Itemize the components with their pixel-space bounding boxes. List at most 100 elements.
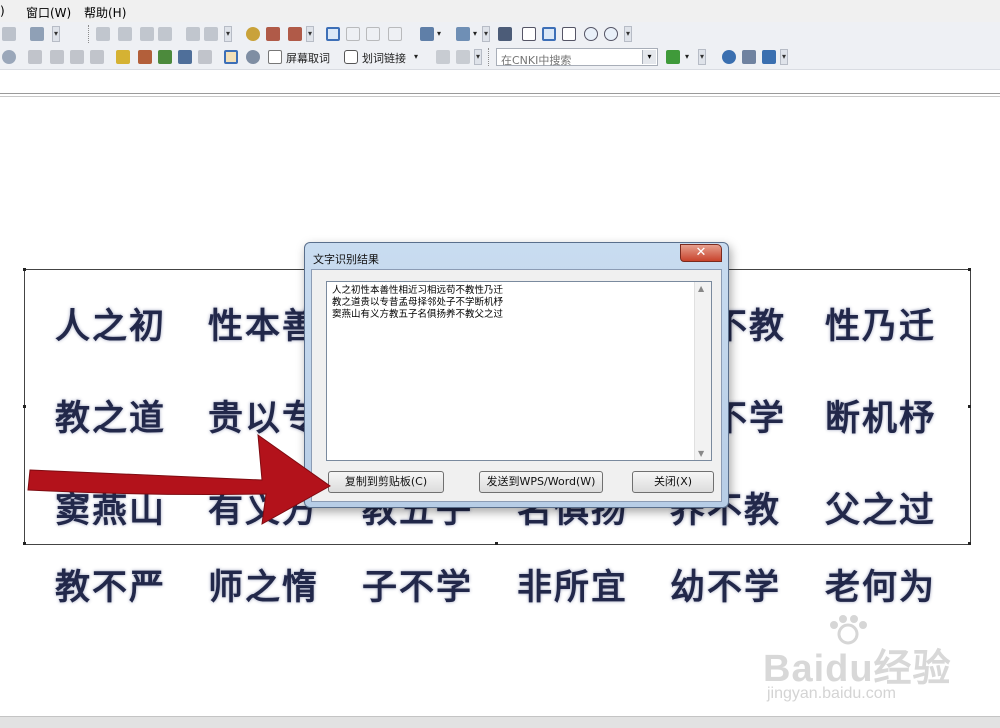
note-icon[interactable] — [28, 50, 42, 64]
ocr-text-line: 教之道贵以专昔孟母择邻处子不学断机杼 — [332, 297, 504, 308]
selection-handle[interactable] — [23, 542, 26, 545]
verse-cell: 不教 — [712, 306, 787, 347]
settings-icon[interactable] — [70, 50, 84, 64]
menu-window[interactable]: 窗口(W) — [26, 4, 71, 21]
selection-handle[interactable] — [495, 542, 498, 545]
scroll-down-icon[interactable]: ▼ — [698, 449, 704, 458]
verse-cell: 父之过 — [825, 490, 937, 531]
verse-cell: 性乃迁 — [825, 306, 937, 347]
selection-handle[interactable] — [23, 268, 26, 271]
audio-icon[interactable] — [90, 50, 104, 64]
toolbar-overflow-icon[interactable]: ▾ — [624, 26, 632, 42]
strikethrough-icon[interactable] — [138, 50, 152, 64]
close-button[interactable]: 关闭(X) — [632, 471, 714, 493]
forward-icon[interactable] — [204, 27, 218, 41]
cnki-search-box[interactable]: ▾ — [496, 48, 658, 69]
select-tool-icon[interactable] — [246, 27, 260, 41]
stamp-icon[interactable] — [198, 50, 212, 64]
selection-handle[interactable] — [968, 405, 971, 408]
previous-page-icon[interactable] — [118, 27, 132, 41]
fit-width-icon[interactable] — [562, 27, 576, 41]
redo-icon[interactable] — [2, 27, 16, 41]
image-tool-icon[interactable] — [50, 50, 64, 64]
continuous-page-icon[interactable] — [346, 27, 360, 41]
copy-to-clipboard-button[interactable]: 复制到剪贴板(C) — [328, 471, 444, 493]
back-icon[interactable] — [186, 27, 200, 41]
last-page-icon[interactable] — [158, 27, 172, 41]
layout-icon[interactable] — [456, 27, 470, 41]
status-bar — [0, 716, 1000, 728]
rotate-dropdown-icon[interactable]: ▾ — [437, 29, 441, 38]
dialog-close-icon[interactable]: ✕ — [680, 244, 722, 262]
rotate-icon[interactable] — [420, 27, 434, 41]
help-icon[interactable] — [722, 50, 736, 64]
vertical-scrollbar[interactable]: ▲ ▼ — [694, 282, 711, 460]
underline-icon[interactable] — [158, 50, 172, 64]
watermark-logo: Baidu经验 — [763, 648, 952, 690]
menu-help[interactable]: 帮助(H) — [84, 4, 126, 21]
toolbar-overflow-icon[interactable]: ▾ — [224, 26, 232, 42]
cnki-icon[interactable] — [742, 50, 756, 64]
selection-handle[interactable] — [23, 405, 26, 408]
toolbar-overflow-icon[interactable]: ▾ — [482, 26, 490, 42]
fit-page-icon[interactable] — [542, 27, 556, 41]
verse-cell: 幼不学 — [670, 567, 782, 608]
screen-lookup-button[interactable]: 屏幕取词 — [286, 50, 330, 66]
verse-cell: 人之初 — [55, 306, 167, 347]
zoom-out-icon[interactable] — [584, 27, 598, 41]
verse-cell: 子不学 — [362, 567, 474, 608]
update-icon[interactable] — [762, 50, 776, 64]
toolbar-overflow-icon[interactable]: ▾ — [780, 49, 788, 65]
facing-page-icon[interactable] — [366, 27, 380, 41]
snapshot-icon[interactable] — [246, 50, 260, 64]
export-icon[interactable] — [30, 27, 44, 41]
search-go-icon[interactable] — [666, 50, 680, 64]
first-page-icon[interactable] — [96, 27, 110, 41]
phrase-link-icon[interactable] — [344, 50, 358, 64]
search-input[interactable] — [497, 52, 641, 69]
verse-cell: 老何为 — [825, 567, 937, 608]
single-page-icon[interactable] — [326, 27, 340, 41]
ocr-result-dialog: 文字识别结果 ✕ 人之初性本善性相近习相远苟不教性乃迁 教之道贵以专昔孟母择邻处… — [304, 242, 729, 508]
dialog-body: 人之初性本善性相近习相远苟不教性乃迁 教之道贵以专昔孟母择邻处子不学断机杼 窦燕… — [311, 269, 722, 502]
previous-match-icon[interactable] — [456, 50, 470, 64]
zoom-in-icon[interactable] — [604, 27, 618, 41]
toolbar-overflow-icon[interactable]: ▾ — [474, 49, 482, 65]
next-page-icon[interactable] — [140, 27, 154, 41]
undo-icon[interactable] — [266, 27, 280, 41]
selection-handle[interactable] — [968, 268, 971, 271]
toolbar-overflow-icon[interactable]: ▾ — [52, 26, 60, 42]
selection-handle[interactable] — [968, 542, 971, 545]
continuous-facing-icon[interactable] — [388, 27, 402, 41]
verse-cell: 教不严 — [55, 567, 167, 608]
layout-dropdown-icon[interactable]: ▾ — [473, 29, 477, 38]
globe-icon[interactable] — [2, 50, 16, 64]
send-to-wps-word-button[interactable]: 发送到WPS/Word(W) — [479, 471, 603, 493]
scroll-up-icon[interactable]: ▲ — [698, 284, 704, 293]
full-screen-icon[interactable] — [498, 27, 512, 41]
verse-cell: 不学 — [712, 398, 787, 439]
phrase-link-dropdown-icon[interactable]: ▾ — [414, 52, 418, 61]
toolbar-grip[interactable] — [488, 48, 492, 66]
verse-cell: 断机杼 — [825, 398, 937, 439]
ocr-text-line: 人之初性本善性相近习相远苟不教性乃迁 — [332, 285, 504, 296]
verse-cell: 非所宜 — [517, 567, 629, 608]
menu-bar: ) 窗口(W) 帮助(H) — [0, 0, 1000, 22]
ocr-text-area[interactable]: 人之初性本善性相近习相远苟不教性乃迁 教之道贵以专昔孟母择邻处子不学断机杼 窦燕… — [326, 281, 712, 461]
baidu-watermark: Baidu经验 jingyan.baidu.com — [755, 615, 955, 710]
toolbar-overflow-icon[interactable]: ▾ — [698, 49, 706, 65]
redo-arrow-icon[interactable] — [288, 27, 302, 41]
toolbar-main: ▾ ▾ ▾ ▾ ▾ ▾ ▾ — [0, 22, 1000, 47]
next-match-icon[interactable] — [436, 50, 450, 64]
search-go-dropdown-icon[interactable]: ▾ — [685, 52, 689, 61]
phrase-link-button[interactable]: 划词链接 — [362, 50, 406, 66]
highlight-icon[interactable] — [116, 50, 130, 64]
toolbar-grip[interactable] — [88, 25, 92, 43]
text-recognition-icon[interactable] — [224, 50, 238, 64]
anchor-icon[interactable] — [178, 50, 192, 64]
actual-size-icon[interactable] — [522, 27, 536, 41]
toolbar-overflow-icon[interactable]: ▾ — [306, 26, 314, 42]
screen-lookup-icon[interactable] — [268, 50, 282, 64]
menu-edit-fragment[interactable]: ) — [0, 4, 5, 18]
search-dropdown-icon[interactable]: ▾ — [642, 50, 656, 64]
